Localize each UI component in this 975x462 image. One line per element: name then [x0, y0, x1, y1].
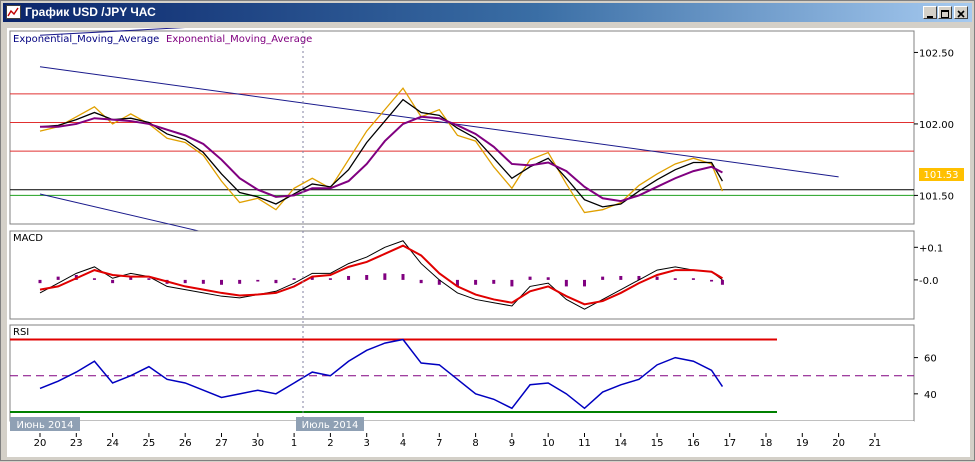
close-button[interactable] — [954, 6, 968, 19]
x-tick-label-0: 20 — [34, 438, 47, 449]
macd-histogram-bar — [419, 279, 423, 284]
macd-histogram-bar — [510, 279, 514, 287]
macd-histogram-bar — [256, 279, 260, 282]
macd-histogram-bar — [720, 279, 724, 285]
macd-histogram-bar — [492, 279, 496, 284]
x-tick-label-20: 18 — [760, 438, 773, 449]
x-tick-label-1: 23 — [70, 438, 83, 449]
chart-canvas[interactable]: Exponential_Moving_Average Exponential_M… — [7, 0, 970, 457]
macd-histogram-bar — [474, 279, 478, 285]
macd-histogram-bar — [92, 278, 96, 280]
minimize-button[interactable] — [923, 6, 937, 19]
x-tick-label-6: 30 — [251, 438, 264, 449]
month-label-2: Июль 2014 — [302, 420, 359, 431]
window-title: График USD /JPY ЧАС — [25, 5, 156, 19]
x-tick-label-17: 15 — [651, 438, 664, 449]
rsi-label: RSI — [13, 327, 29, 338]
macd-histogram-bar — [56, 276, 60, 280]
x-tick-label-9: 3 — [364, 438, 370, 449]
x-tick-label-22: 20 — [832, 438, 845, 449]
macd-ytick-label-1: -0.0 — [919, 276, 939, 287]
chart-window: График USD /JPY ЧАС Exponential_Moving_A… — [0, 0, 975, 461]
macd-histogram-bar — [383, 273, 387, 280]
x-tick-label-5: 27 — [215, 438, 228, 449]
price-ytick-label-2: 102.50 — [919, 48, 954, 59]
minimize-icon — [927, 16, 933, 18]
macd-histogram-bar — [238, 279, 242, 284]
macd-histogram-bar — [292, 278, 296, 280]
macd-histogram-bar — [201, 279, 205, 284]
macd-histogram-bar — [655, 276, 659, 280]
close-icon — [957, 10, 965, 18]
x-tick-label-14: 10 — [542, 438, 555, 449]
macd-histogram-bar — [710, 279, 714, 282]
month-label-1: Июнь 2014 — [17, 420, 74, 431]
macd-histogram-bar — [691, 278, 695, 280]
x-tick-label-21: 19 — [796, 438, 809, 449]
macd-histogram-bar — [673, 278, 677, 280]
chart-area: Exponential_Moving_Average Exponential_M… — [7, 0, 970, 457]
macd-ytick-label-0: +0.1 — [919, 243, 943, 254]
x-tick-label-16: 14 — [614, 438, 627, 449]
macd-histogram-bar — [183, 279, 187, 284]
rsi-ytick-label-0: 60 — [924, 354, 937, 365]
macd-histogram-bar — [274, 279, 278, 284]
macd-histogram-bar — [528, 276, 532, 280]
x-tick-label-2: 24 — [106, 438, 119, 449]
x-tick-label-18: 16 — [687, 438, 700, 449]
x-tick-label-23: 21 — [869, 438, 882, 449]
maximize-icon — [941, 10, 949, 18]
macd-histogram-bar — [401, 274, 405, 280]
macd-histogram-bar — [583, 279, 586, 287]
x-tick-label-11: 7 — [436, 438, 442, 449]
x-tick-label-12: 8 — [472, 438, 478, 449]
price-ytick-label-1: 102.00 — [919, 120, 954, 131]
macd-histogram-bar — [347, 275, 351, 280]
macd-histogram-bar — [220, 279, 223, 285]
macd-histogram-bar — [365, 275, 369, 280]
macd-histogram-bar — [38, 279, 42, 284]
price-ytick-label-0: 101.50 — [919, 191, 954, 202]
x-tick-label-7: 1 — [291, 438, 297, 449]
x-tick-label-13: 9 — [509, 438, 515, 449]
current-price-label: 101.53 — [924, 170, 959, 181]
x-tick-label-8: 2 — [327, 438, 333, 449]
title-bar[interactable]: График USD /JPY ЧАС — [3, 3, 972, 22]
macd-panel — [9, 230, 915, 320]
x-tick-label-4: 26 — [179, 438, 192, 449]
ema-legend-1: Exponential_Moving_Average — [13, 34, 159, 45]
x-tick-label-3: 25 — [143, 438, 156, 449]
macd-histogram-bar — [546, 277, 550, 280]
macd-histogram-bar — [601, 276, 605, 280]
rsi-ytick-label-1: 40 — [924, 390, 937, 401]
ema-legend-2: Exponential_Moving_Average — [166, 34, 312, 45]
chart-app-icon — [6, 5, 21, 19]
macd-label: MACD — [13, 233, 43, 244]
x-tick-label-19: 17 — [723, 438, 736, 449]
macd-histogram-bar — [619, 275, 623, 280]
x-tick-label-15: 11 — [578, 438, 591, 449]
macd-histogram-bar — [111, 279, 115, 284]
x-tick-label-10: 4 — [400, 438, 406, 449]
macd-histogram-bar — [328, 278, 332, 280]
macd-histogram-bar — [147, 278, 151, 280]
maximize-button[interactable] — [938, 6, 952, 19]
macd-histogram-bar — [564, 279, 568, 287]
